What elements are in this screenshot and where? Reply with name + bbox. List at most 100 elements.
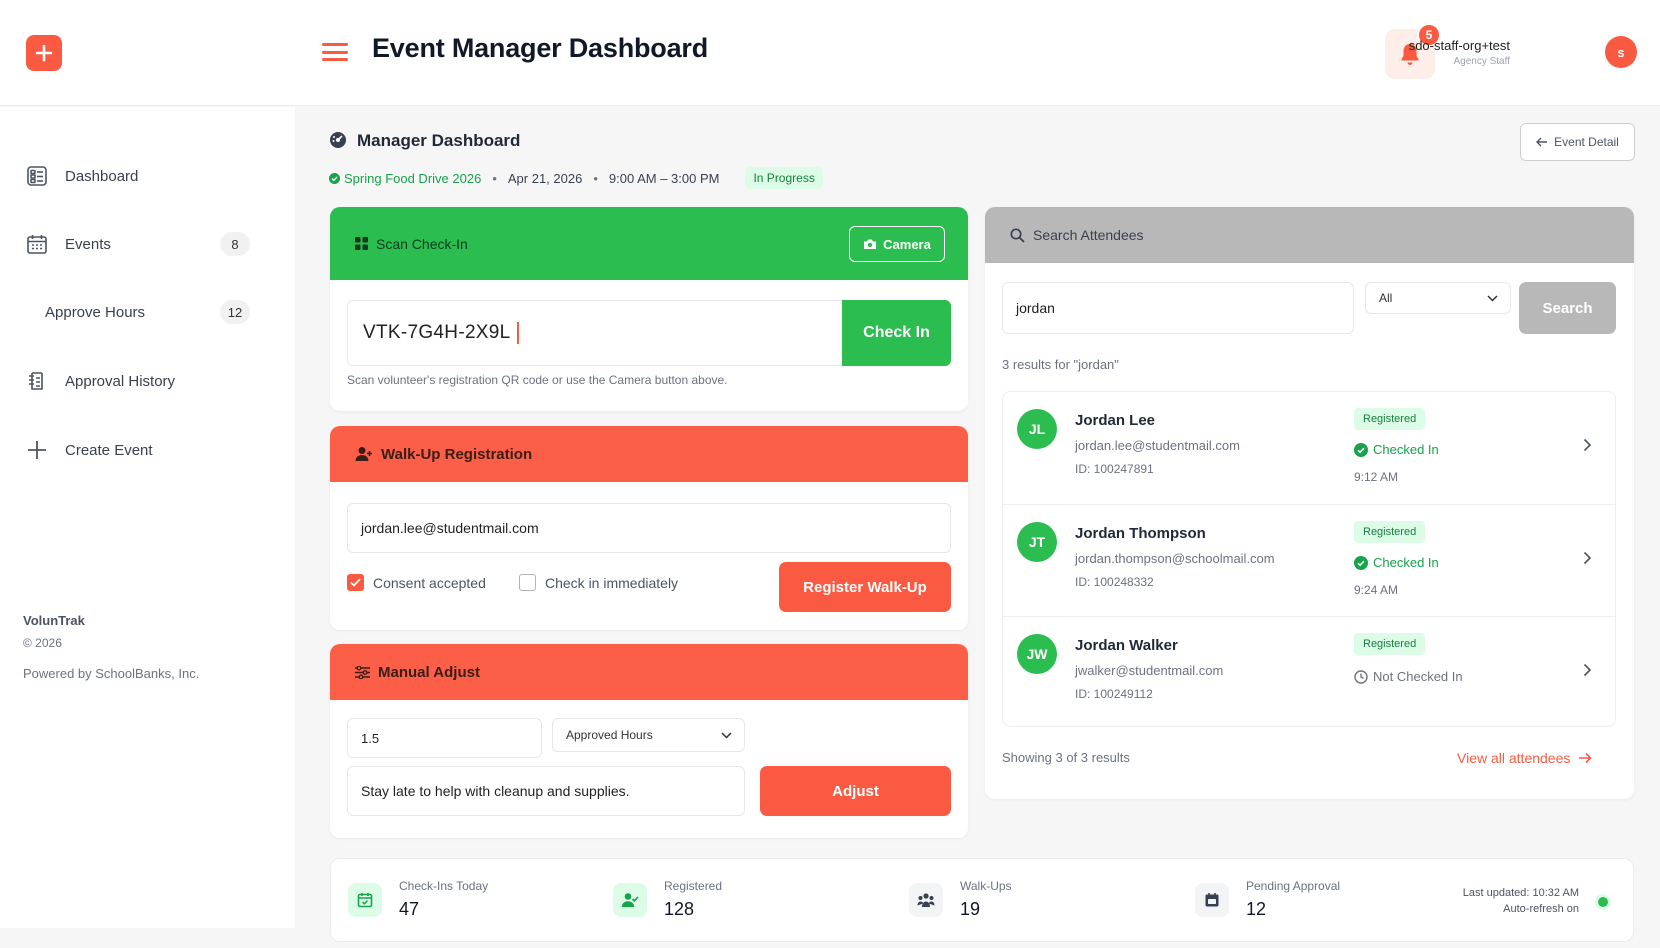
check-in-immediately-checkbox[interactable]: Check in immediately xyxy=(519,574,678,591)
checkin-code-input[interactable]: VTK-7G4H-2X9L xyxy=(347,300,842,366)
events-count-badge: 8 xyxy=(220,232,250,256)
stat-value: 128 xyxy=(664,899,695,919)
checkin-status-label: Checked In xyxy=(1373,555,1439,570)
last-updated-info: Last updated: 10:32 AM Auto-refresh on xyxy=(1463,885,1579,917)
menu-toggle-icon[interactable] xyxy=(322,40,348,64)
check-circle-icon xyxy=(1354,555,1368,570)
walkup-email-field[interactable]: jordan.lee@studentmail.com xyxy=(347,503,951,553)
check-in-button[interactable]: Check In xyxy=(842,300,951,366)
user-name[interactable]: sdo-staff-org+test xyxy=(1409,38,1510,53)
view-all-attendees-link[interactable]: View all attendees xyxy=(1457,750,1593,766)
sidebar-item-dashboard[interactable]: Dashboard xyxy=(0,156,295,196)
attendee-row[interactable]: JL Jordan Lee jordan.lee@studentmail.com… xyxy=(1003,392,1615,504)
consent-label: Consent accepted xyxy=(373,574,486,591)
event-name[interactable]: Spring Food Drive 2026 xyxy=(329,171,481,186)
user-check-icon xyxy=(613,883,647,917)
attendee-name: Jordan Walker xyxy=(1075,637,1178,654)
check-circle-icon xyxy=(1354,442,1368,457)
stat-label: Registered xyxy=(664,879,723,893)
scan-hint: Scan volunteer's registration QR code or… xyxy=(347,373,728,387)
event-time: 9:00 AM – 3:00 PM xyxy=(608,170,720,186)
event-detail-label: Event Detail xyxy=(1554,135,1619,149)
sidebar-item-label: Events xyxy=(65,235,111,253)
attendee-row[interactable]: JT Jordan Thompson jordan.thompson@schoo… xyxy=(1003,504,1615,616)
separator: • xyxy=(492,170,497,186)
consent-checkbox[interactable]: Consent accepted xyxy=(347,574,486,591)
adjust-note-input[interactable]: Stay late to help with cleanup and suppl… xyxy=(347,766,745,816)
chevron-right-icon xyxy=(1583,663,1592,677)
attendee-name: Jordan Lee xyxy=(1075,412,1156,429)
approve-hours-count-badge: 12 xyxy=(220,300,250,324)
sidebar-item-events[interactable]: Events 8 xyxy=(0,224,295,264)
clock-icon xyxy=(1354,669,1368,684)
chevron-down-icon xyxy=(1487,294,1498,302)
registration-badge: Registered xyxy=(1354,633,1426,655)
attendee-email: jordan.lee@studentmail.com xyxy=(1075,438,1240,453)
attendee-id: ID: 100247891 xyxy=(1075,462,1154,476)
add-user-icon xyxy=(355,447,372,461)
checkin-status: Checked In xyxy=(1354,442,1439,457)
camera-button[interactable]: Camera xyxy=(849,226,945,262)
register-walkup-button[interactable]: Register Walk-Up xyxy=(779,562,951,612)
walkup-registration-title: Walk-Up Registration xyxy=(381,445,533,463)
hours-input[interactable]: 1.5 xyxy=(347,718,542,758)
checkin-time: 9:12 AM xyxy=(1354,470,1399,484)
sidebar-item-create-event[interactable]: Create Event xyxy=(0,430,295,470)
history-icon xyxy=(26,370,48,392)
event-status-badge: In Progress xyxy=(745,167,823,189)
arrow-right-icon xyxy=(1579,752,1593,764)
qr-grid-icon xyxy=(355,237,368,250)
scan-checkin-title: Scan Check-In xyxy=(376,235,468,252)
stat-label: Walk-Ups xyxy=(960,879,1012,893)
separator: • xyxy=(593,170,598,186)
walkup-registration-header: Walk-Up Registration xyxy=(330,426,968,482)
checkin-status-label: Not Checked In xyxy=(1373,669,1463,684)
sidebar-item-label: Create Event xyxy=(65,441,153,459)
event-detail-button[interactable]: Event Detail xyxy=(1520,123,1635,161)
sidebar: Dashboard Events 8 Approve Hours 12 Appr… xyxy=(0,107,295,928)
sidebar-item-label: Approve Hours xyxy=(45,303,146,321)
chevron-right-icon xyxy=(1583,551,1592,565)
adjust-type-select[interactable]: Approved Hours xyxy=(552,718,745,752)
attendee-avatar: JW xyxy=(1017,634,1057,674)
last-updated: Last updated: 10:32 AM xyxy=(1462,887,1579,899)
sidebar-item-approve-hours[interactable]: Approve Hours 12 xyxy=(0,292,295,332)
walkup-registration-card: Walk-Up Registration jordan.lee@studentm… xyxy=(330,426,968,630)
search-icon xyxy=(1010,227,1025,243)
copyright: © 2026 xyxy=(23,636,62,650)
plus-icon xyxy=(26,439,48,461)
showing-count: Showing 3 of 3 results xyxy=(1002,750,1130,765)
search-button[interactable]: Search xyxy=(1519,282,1616,334)
chevron-down-icon xyxy=(721,731,732,739)
checkin-status: Not Checked In xyxy=(1354,669,1463,684)
sidebar-item-approval-history[interactable]: Approval History xyxy=(0,361,295,401)
search-filter-select[interactable]: All xyxy=(1365,282,1511,314)
attendee-name: Jordan Thompson xyxy=(1075,525,1206,542)
search-attendees-title: Search Attendees xyxy=(1033,227,1144,243)
text-caret xyxy=(516,322,519,344)
event-date: Apr 21, 2026 xyxy=(507,170,583,186)
user-avatar[interactable]: s xyxy=(1605,36,1637,68)
attendee-avatar: JT xyxy=(1017,522,1057,562)
arrow-left-icon xyxy=(1536,137,1548,147)
chevron-right-icon xyxy=(1583,438,1592,452)
search-filter-selected: All xyxy=(1379,291,1393,305)
top-header: Event Manager Dashboard 5 sdo-staff-org+… xyxy=(0,0,1660,106)
camera-icon xyxy=(864,239,877,249)
check-in-immediately-label: Check in immediately xyxy=(545,574,679,591)
app-logo-plus-icon[interactable] xyxy=(26,35,62,71)
live-status-dot xyxy=(1598,897,1608,907)
manual-adjust-title: Manual Adjust xyxy=(378,663,480,681)
attendee-row[interactable]: JW Jordan Walker jwalker@studentmail.com… xyxy=(1003,616,1615,728)
attendee-email: jwalker@studentmail.com xyxy=(1075,663,1224,678)
section-title: Manager Dashboard xyxy=(357,131,521,150)
page-title: Event Manager Dashboard xyxy=(372,33,708,63)
adjust-button[interactable]: Adjust xyxy=(760,766,951,816)
attendee-avatar: JL xyxy=(1017,409,1057,449)
dashboard-icon xyxy=(26,165,48,187)
stat-value: 19 xyxy=(960,899,981,919)
search-attendees-card: Search Attendees jordan All Search 3 res… xyxy=(985,207,1634,799)
brand-name: VolunTrak xyxy=(23,613,85,628)
auto-refresh-status: Auto-refresh on xyxy=(1503,903,1579,915)
search-input[interactable]: jordan xyxy=(1002,282,1354,334)
